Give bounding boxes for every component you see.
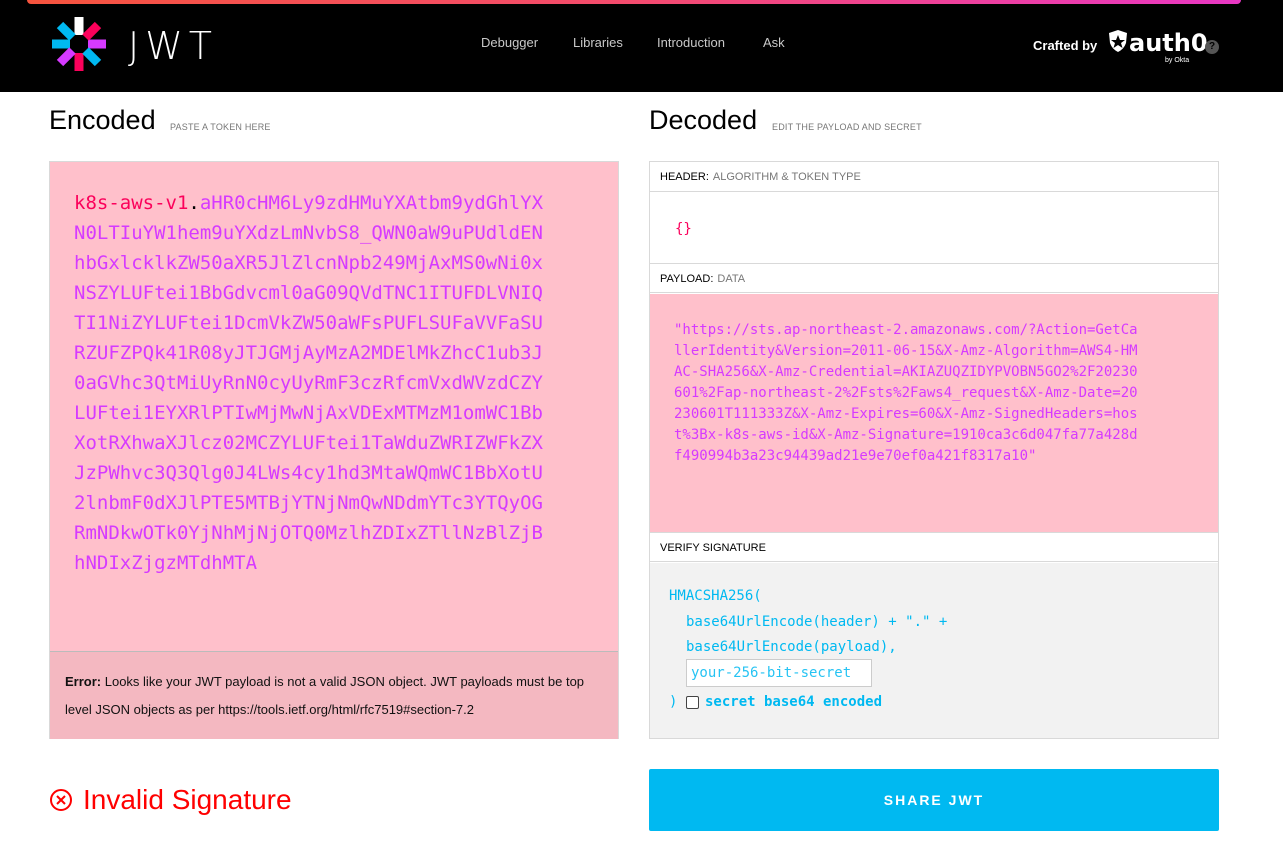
help-icon[interactable]: ?	[1205, 40, 1219, 54]
jwt-logo-icon[interactable]	[49, 14, 109, 74]
top-gradient-bar	[27, 0, 1241, 4]
header-section-label: HEADER: ALGORITHM & TOKEN TYPE	[650, 162, 1218, 192]
share-jwt-button[interactable]: SHARE JWT	[649, 769, 1219, 831]
encoded-token-input[interactable]: k8s-aws-v1.aHR0cHM6Ly9zdHMuYXAtbm9ydGhlY…	[49, 161, 619, 739]
decoded-title: Decoded	[649, 105, 758, 135]
decoded-subtitle: EDIT THE PAYLOAD AND SECRET	[772, 122, 922, 132]
jwt-logo-text[interactable]: JWT	[128, 24, 218, 68]
token-payload-part: aHR0cHM6Ly9zdHMuYXAtbm9ydGhlYXN0LTIuYW1h…	[74, 192, 544, 574]
nav-ask[interactable]: Ask	[763, 35, 785, 50]
token-header-part: k8s-aws-v1	[74, 192, 189, 214]
header-label: HEADER:	[660, 171, 709, 183]
invalid-x-circle-icon	[50, 789, 72, 811]
verify-close-paren: )	[669, 694, 678, 710]
verify-line-1: HMACSHA256(	[669, 588, 762, 604]
top-bar: JWT Debugger Libraries Introduction Ask …	[0, 0, 1283, 92]
payload-json-editor[interactable]: "https://sts.ap-northeast-2.amazonaws.co…	[650, 294, 1218, 532]
auth0-wordmark: auth0	[1129, 29, 1208, 57]
verify-line-2: base64UrlEncode(header) + "." +	[686, 614, 948, 630]
secret-input[interactable]	[686, 659, 872, 687]
nav-libraries[interactable]: Libraries	[573, 35, 623, 50]
auth0-shield-icon	[1109, 30, 1127, 52]
verify-section-label: VERIFY SIGNATURE	[650, 532, 1218, 562]
payload-section-label: PAYLOAD: DATA	[650, 263, 1218, 293]
payload-label: PAYLOAD:	[660, 273, 714, 285]
signature-status: Invalid Signature	[49, 784, 292, 816]
header-sublabel: ALGORITHM & TOKEN TYPE	[712, 171, 861, 183]
base64-secret-checkbox[interactable]	[686, 696, 699, 709]
error-message-box: Error: Looks like your JWT payload is no…	[50, 651, 618, 739]
payload-sublabel: DATA	[717, 273, 746, 285]
nav-introduction[interactable]: Introduction	[657, 35, 725, 50]
error-message: Looks like your JWT payload is not a val…	[65, 674, 585, 717]
auth0-logo[interactable]: auth0	[1107, 29, 1208, 57]
nav-debugger[interactable]: Debugger	[481, 35, 538, 50]
header-json-editor[interactable]: {}	[650, 193, 1218, 263]
encoded-subtitle: PASTE A TOKEN HERE	[170, 122, 271, 132]
error-text: Error: Looks like your JWT payload is no…	[65, 668, 605, 724]
invalid-signature-text: Invalid Signature	[83, 784, 292, 815]
header-json-text[interactable]: {}	[675, 221, 692, 237]
token-text[interactable]: k8s-aws-v1.aHR0cHM6Ly9zdHMuYXAtbm9ydGhlY…	[74, 188, 554, 578]
base64-secret-label[interactable]: secret base64 encoded	[705, 694, 882, 710]
token-dot: .	[188, 192, 200, 214]
crafted-by-label: Crafted by	[1033, 38, 1098, 53]
verify-signature-area: HMACSHA256( base64UrlEncode(header) + ".…	[650, 563, 1218, 738]
payload-json-text[interactable]: "https://sts.ap-northeast-2.amazonaws.co…	[674, 320, 1144, 467]
verify-line-3: base64UrlEncode(payload),	[686, 639, 897, 655]
by-okta-label: by Okta	[1165, 57, 1190, 64]
encoded-title: Encoded	[49, 105, 156, 135]
verify-label: VERIFY SIGNATURE	[660, 542, 766, 554]
decoded-panel: HEADER: ALGORITHM & TOKEN TYPE {} PAYLOAD…	[649, 161, 1219, 739]
error-label: Error:	[65, 674, 102, 689]
